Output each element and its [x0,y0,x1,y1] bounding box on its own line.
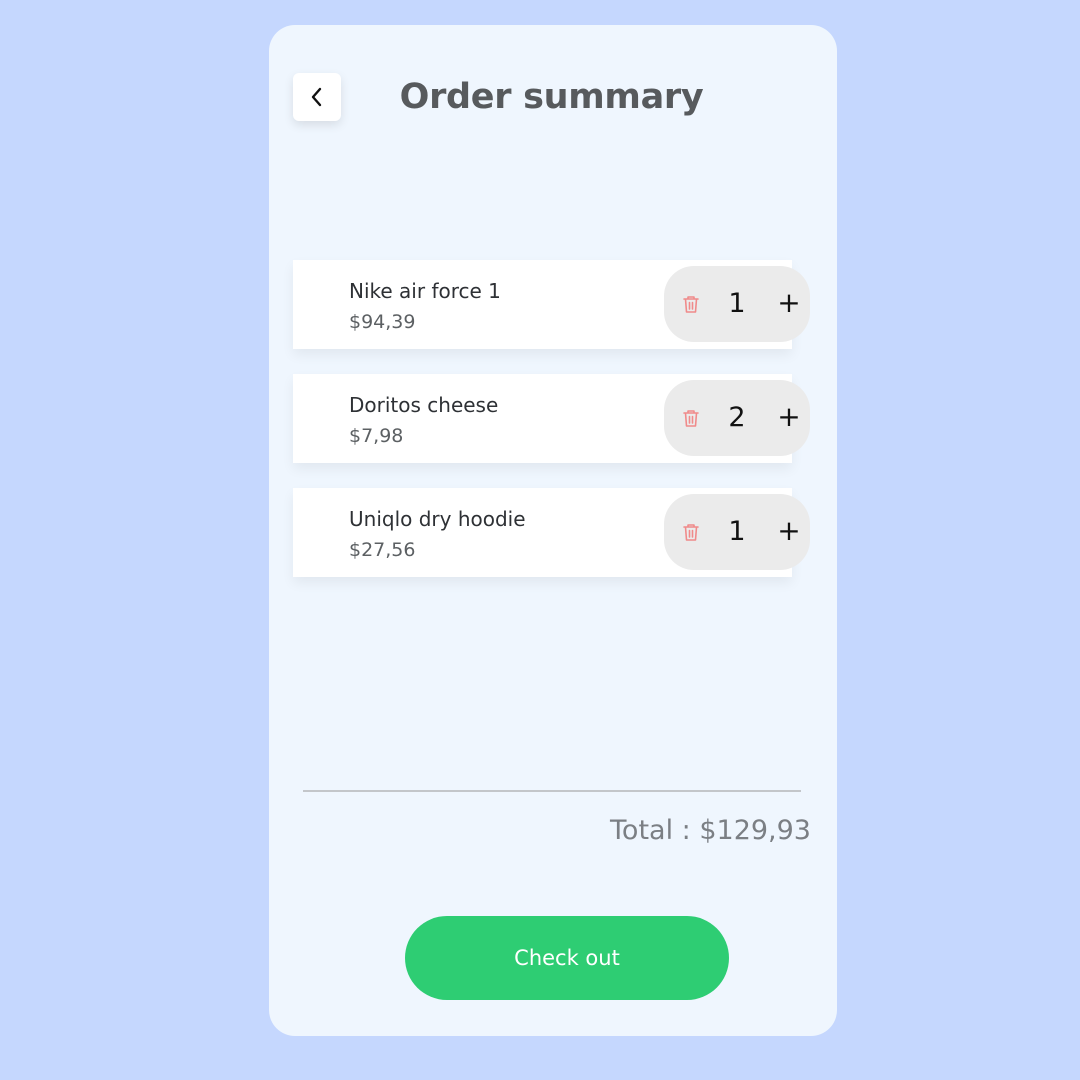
increase-quantity-button[interactable]: + [774,266,804,342]
quantity-value: 2 [728,402,746,433]
item-name: Doritos cheese [349,393,499,417]
checkout-button[interactable]: Check out [405,916,729,1000]
quantity-stepper: 1 + [664,494,810,570]
quantity-stepper: 1 + [664,266,810,342]
back-button[interactable] [293,73,341,121]
trash-icon[interactable] [682,408,700,428]
chevron-left-icon [311,87,322,107]
increase-quantity-button[interactable]: + [774,380,804,456]
divider [303,790,801,792]
item-price: $27,56 [349,539,416,561]
quantity-stepper: 2 + [664,380,810,456]
order-summary-card: Order summary Nike air force 1 $94,39 1 … [269,25,837,1036]
item-price: $94,39 [349,311,416,333]
item-price: $7,98 [349,425,404,447]
quantity-value: 1 [728,288,746,319]
cart-item: Doritos cheese $7,98 2 + [293,374,810,463]
trash-icon[interactable] [682,522,700,542]
item-name: Nike air force 1 [349,279,501,303]
trash-icon[interactable] [682,294,700,314]
order-total: Total : $129,93 [610,815,811,846]
increase-quantity-button[interactable]: + [774,494,804,570]
cart-item: Uniqlo dry hoodie $27,56 1 + [293,488,810,577]
item-name: Uniqlo dry hoodie [349,507,526,531]
quantity-value: 1 [728,516,746,547]
cart-item: Nike air force 1 $94,39 1 + [293,260,810,349]
page-title: Order summary [399,77,704,117]
